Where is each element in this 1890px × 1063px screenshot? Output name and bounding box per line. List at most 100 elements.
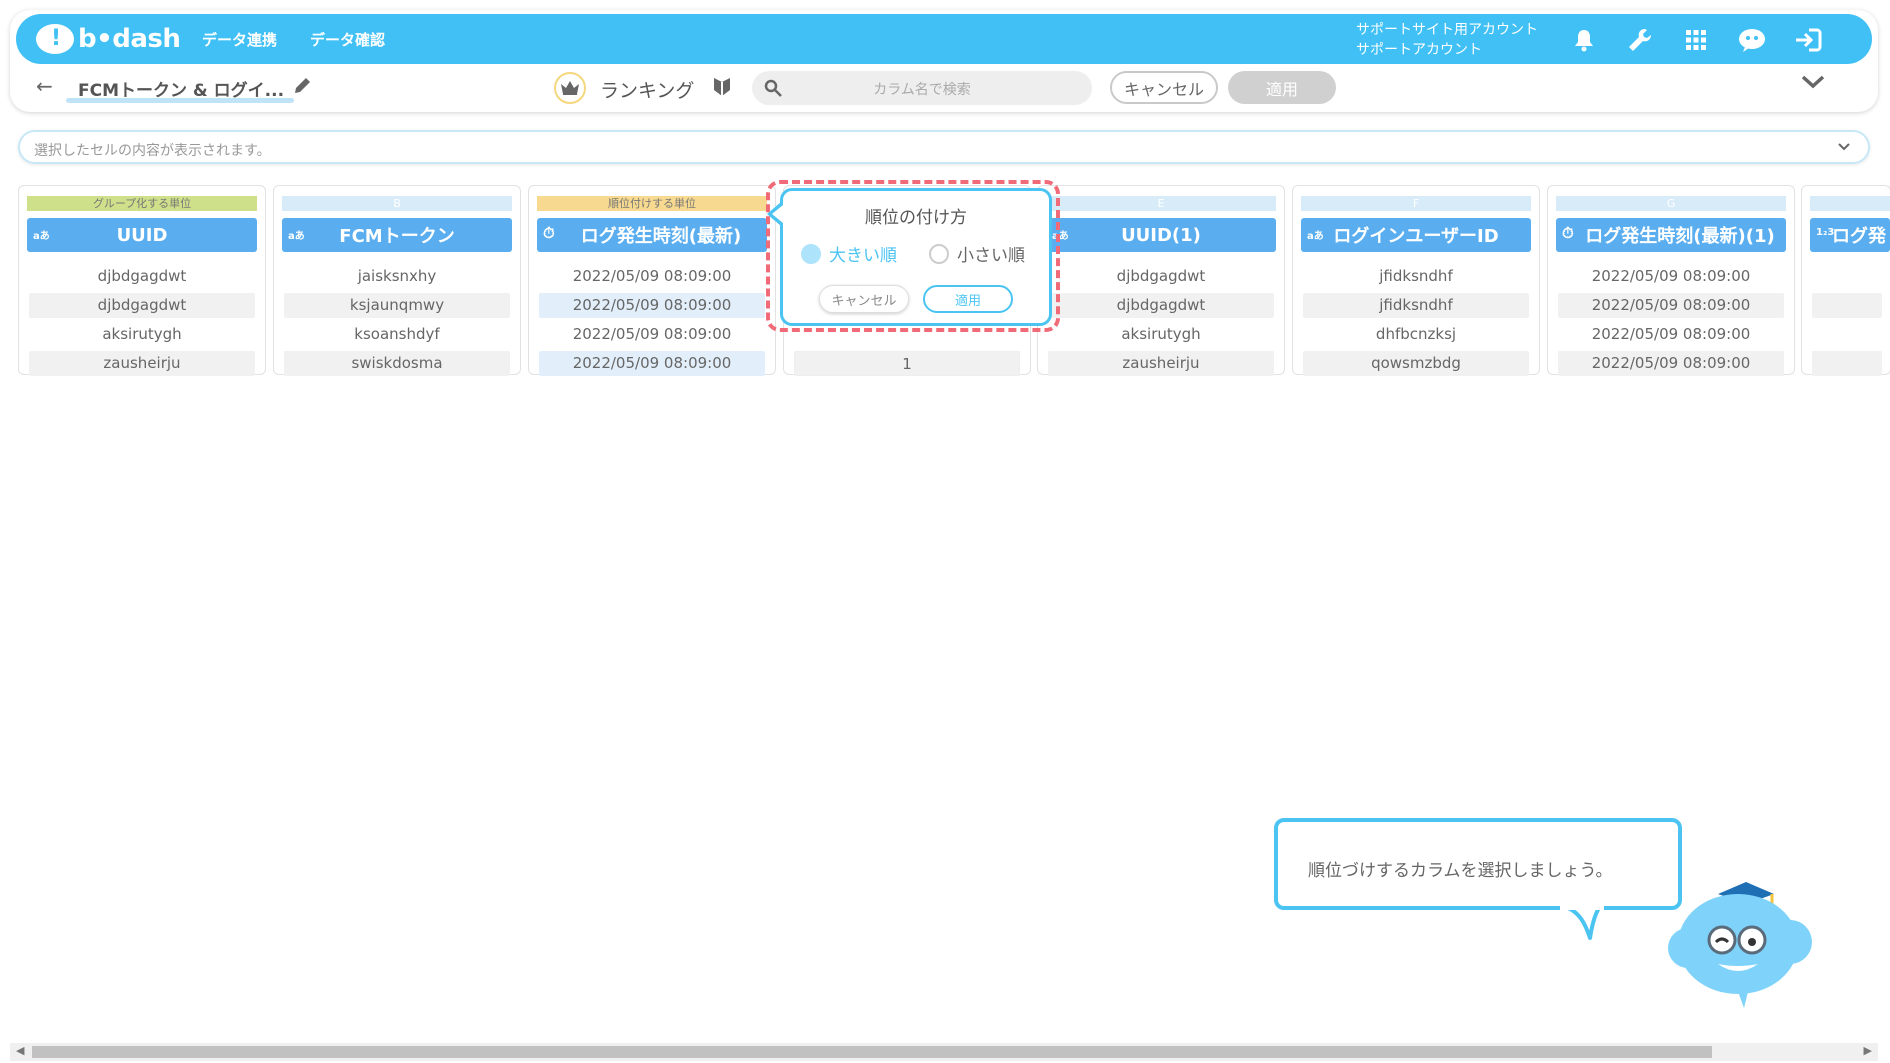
column-strip-label [1810,196,1890,211]
column-type-icon: aあ [1307,231,1324,242]
bell-icon[interactable] [1568,24,1600,56]
column-strip-label: F [1301,196,1531,211]
popup-apply-button[interactable]: 適用 [923,285,1013,313]
table-cell[interactable]: aksirutygh [1048,322,1274,347]
table-cell[interactable]: 2022/05/09 08:09:00 [1558,322,1784,347]
column-strip-label: 順位付けする単位 [537,196,767,211]
apps-grid-icon[interactable] [1680,24,1712,56]
chevron-down-icon[interactable] [1836,139,1852,159]
cell-preview-placeholder: 選択したセルの内容が表示されます。 [34,143,271,159]
column-header-label: UUID [116,224,168,246]
scrollbar-thumb[interactable] [32,1046,1712,1058]
column-header[interactable]: aあ UUID(1) [1046,218,1276,252]
column-header[interactable]: ⏱ ログ発生時刻(最新) [537,218,767,252]
column-strip-label: B [282,196,512,211]
table-cell[interactable]: djbdgagdwt [29,264,255,289]
guide-text: 順位づけするカラムを選択しましょう。 [1308,861,1613,881]
wrench-icon[interactable] [1624,24,1656,56]
column-header[interactable]: aあ ログインユーザーID [1301,218,1531,252]
column-header-label: UUID(1) [1121,224,1201,246]
column-header-label: ログ発生時刻(最新) [580,226,742,247]
data-column[interactable]: Eaあ UUID(1) djbdgagdwt djbdgagdwt aksirutygh… [1037,185,1285,376]
data-column[interactable]: 1₂3 ログ発 [1801,185,1890,376]
table-cell[interactable]: zausheirju [29,351,255,376]
table-cell[interactable] [1812,293,1882,318]
table-cell[interactable]: djbdgagdwt [1048,264,1274,289]
column-type-icon: 1₂3 [1816,227,1835,238]
account-info[interactable]: サポートサイト用アカウント サポートアカウント [1356,20,1538,60]
column-type-icon: ⏱ [1562,224,1574,242]
table-cell[interactable]: aksirutygh [29,322,255,347]
table-cell[interactable]: 2022/05/09 08:09:00 [539,293,765,318]
mascot-illustration [1666,876,1816,1020]
radio-selected-icon [801,243,821,264]
logout-icon[interactable] [1792,24,1824,56]
table-cell[interactable]: jfidksndhf [1303,293,1529,318]
table-cell[interactable]: 2022/05/09 08:09:00 [539,322,765,347]
back-arrow-icon[interactable]: ← [36,74,53,98]
radio-ascending[interactable]: 小さい順 [929,241,1025,266]
nav-data-link[interactable]: データ連携 [202,14,277,64]
app-logo[interactable]: b•dash [36,22,181,56]
logo-text: b•dash [78,24,181,54]
table-cell[interactable]: ksjaunqmwy [284,293,510,318]
scroll-left-icon[interactable]: ◀ [16,1044,24,1057]
ranking-order-popup: 順位の付け方 大きい順 小さい順 キャンセル 適用 [780,188,1052,326]
cell-preview-field[interactable]: 選択したセルの内容が表示されます。 [18,130,1870,164]
table-cell[interactable]: zausheirju [1048,351,1274,376]
column-header-label: FCMトークン [339,226,455,247]
account-site-label: サポートサイト用アカウント [1356,22,1538,38]
column-strip-label: G [1556,196,1786,211]
column-type-icon: ⏱ [543,224,555,242]
radio-descending[interactable]: 大きい順 [801,241,897,266]
table-cell[interactable] [1812,264,1882,289]
column-header[interactable]: 1₂3 ログ発 [1810,218,1890,252]
popup-title: 順位の付け方 [865,208,967,228]
column-header[interactable]: aあ FCMトークン [282,218,512,252]
radio-ascending-label: 小さい順 [957,246,1025,266]
column-strip-label: E [1046,196,1276,211]
cancel-button[interactable]: キャンセル [1110,71,1218,104]
speech-bubble-tail-icon [1560,906,1604,940]
table-cell[interactable]: djbdgagdwt [29,293,255,318]
column-search-input[interactable]: カラム名で検索 [752,71,1092,105]
column-header[interactable]: ⏱ ログ発生時刻(最新)(1) [1556,218,1786,252]
column-header[interactable]: aあ UUID [27,218,257,252]
table-cell[interactable]: ksoanshdyf [284,322,510,347]
chevron-down-icon[interactable] [1800,74,1826,94]
popup-cancel-button[interactable]: キャンセル [819,285,909,313]
table-cell[interactable]: qowsmzbdg [1303,351,1529,376]
table-cell[interactable]: jfidksndhf [1303,264,1529,289]
table-cell[interactable] [1812,322,1882,347]
mascot-help-icon[interactable] [1736,24,1768,56]
apply-button[interactable]: 適用 [1228,71,1336,104]
column-type-icon: aあ [288,231,305,242]
beginner-badge-icon[interactable] [712,76,732,102]
nav-data-check[interactable]: データ確認 [310,14,385,64]
popup-pointer-inner [772,205,783,223]
column-type-icon: aあ [33,231,50,242]
table-cell[interactable]: 2022/05/09 08:09:00 [539,351,765,376]
data-column[interactable]: Faあ ログインユーザーID jfidksndhf jfidksndhf dhfbcnz… [1292,185,1540,376]
table-cell[interactable]: 2022/05/09 08:09:00 [1558,293,1784,318]
table-cell[interactable]: 1 [794,351,1020,376]
data-column[interactable]: G ⏱ ログ発生時刻(最新)(1) 2022/05/09 08:09:00 2022/0… [1547,185,1795,376]
table-cell[interactable]: dhfbcnzksj [1303,322,1529,347]
mode-label: ランキング [600,80,695,102]
table-cell[interactable]: djbdgagdwt [1048,293,1274,318]
horizontal-scrollbar[interactable]: ◀ ▶ [10,1043,1878,1061]
data-column[interactable]: 順位付けする単位 ⏱ ログ発生時刻(最新) 2022/05/09 08:09:00 20… [528,185,776,376]
table-cell[interactable] [1812,351,1882,376]
table-cell[interactable]: jaisksnxhy [284,264,510,289]
edit-pencil-icon[interactable] [292,76,312,100]
account-name: サポートアカウント [1356,42,1482,58]
table-cell[interactable]: 2022/05/09 08:09:00 [1558,351,1784,376]
table-cell[interactable]: swiskdosma [284,351,510,376]
data-column[interactable]: グループ化する単位 aあ UUID djbdgagdwt djbdgagdwt aksir… [18,185,266,376]
data-column[interactable]: Baあ FCMトークン jaisksnxhy ksjaunqmwy ksoanshdyf… [273,185,521,376]
table-cell[interactable]: 2022/05/09 08:09:00 [1558,264,1784,289]
scroll-right-icon[interactable]: ▶ [1864,1044,1872,1057]
table-cell[interactable]: 2022/05/09 08:09:00 [539,264,765,289]
radio-unselected-icon [929,243,949,264]
title-underline [66,98,294,103]
